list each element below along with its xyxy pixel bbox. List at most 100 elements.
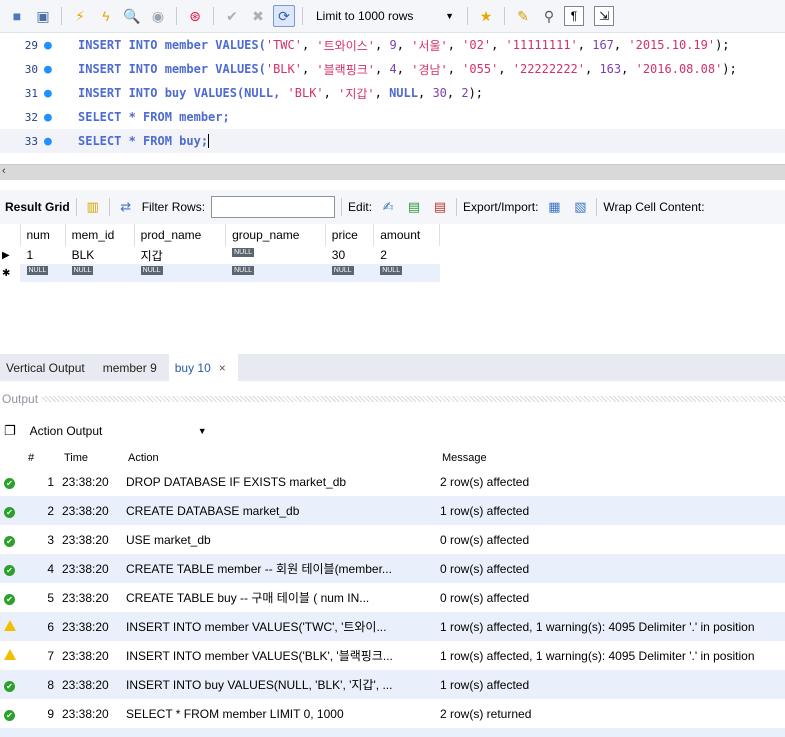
beautify-icon[interactable]: ★ bbox=[475, 5, 497, 27]
result-grid[interactable]: num mem_id prod_name group_name price amount ▶… bbox=[0, 224, 440, 282]
toolbar-divider bbox=[302, 7, 303, 25]
output-row[interactable]: ✔1023:38:20SELECT * FROM buy LIMIT 0, 10… bbox=[0, 728, 785, 737]
output-row[interactable]: ✔ 8 23:38:20 INSERT INTO buy VALUES(NULL, '… bbox=[0, 670, 785, 699]
find-replace-icon[interactable]: ✎ bbox=[512, 5, 534, 27]
copy-icon[interactable]: ❐ bbox=[4, 423, 16, 439]
toolbar-divider bbox=[341, 198, 343, 216]
grid-cell[interactable]: NULL bbox=[20, 264, 66, 282]
grid-cell[interactable]: BLK bbox=[65, 246, 134, 264]
grid-cell[interactable]: 2 bbox=[374, 246, 440, 264]
output-row[interactable]: 6 23:38:20 INSERT INTO member VALUES('TWC'… bbox=[0, 612, 785, 641]
output-column-header[interactable]: Message bbox=[436, 449, 785, 467]
export-icon[interactable]: ▦ bbox=[544, 197, 564, 217]
wrap-icon[interactable]: ⇲ bbox=[594, 6, 614, 26]
grid-cell[interactable]: NULL bbox=[65, 264, 135, 282]
grid-cell[interactable]: 30 bbox=[325, 246, 373, 264]
grid-column-header[interactable]: price bbox=[325, 224, 375, 246]
grid-row[interactable]: ✱ NULL NULL NULL NULL NULL NULL bbox=[0, 264, 440, 282]
filter-rows-input[interactable] bbox=[211, 196, 336, 218]
edit-row-icon[interactable]: ✍ bbox=[378, 197, 398, 217]
output-type-select[interactable]: Action Output ▼ bbox=[22, 424, 207, 438]
find-icon[interactable]: ⚲ bbox=[538, 5, 560, 27]
grid-column-header[interactable]: group_name bbox=[225, 224, 326, 246]
scroll-left-icon[interactable]: ‹ bbox=[2, 165, 6, 177]
code-line[interactable]: 31 ● INSERT INTO buy VALUES(NULL, 'BLK', '… bbox=[0, 81, 785, 105]
code-token: , bbox=[446, 86, 462, 100]
code-line[interactable]: 32 ● SELECT * FROM member; bbox=[0, 105, 785, 129]
output-type-label: Action Output bbox=[29, 424, 103, 438]
edit-label: Edit: bbox=[348, 200, 373, 214]
output-number: 9 bbox=[47, 706, 54, 721]
output-number: 6 bbox=[22, 612, 58, 641]
output-column-header[interactable]: Time bbox=[58, 449, 122, 467]
code-token: ); bbox=[468, 86, 484, 100]
output-row[interactable]: ✔ 4 23:38:20 CREATE TABLE member -- 회원 테이블(… bbox=[0, 554, 785, 583]
code-token: , bbox=[396, 62, 412, 76]
output-column-header[interactable]: Action bbox=[122, 449, 436, 467]
output-row[interactable]: ✔ 3 23:38:20 USE market_db 0 row(s) affected bbox=[0, 525, 785, 554]
limit-rows-select[interactable]: Limit to 1000 rows ▼ bbox=[310, 5, 460, 27]
grid-cell[interactable]: NULL bbox=[225, 264, 326, 282]
grid-column-header[interactable]: prod_name bbox=[134, 224, 227, 246]
code-token: '2015.10.19' bbox=[628, 38, 716, 52]
code-token: NULL bbox=[389, 86, 418, 100]
autocommit-icon[interactable]: ⟳ bbox=[273, 5, 295, 27]
success-check-icon: ✔ bbox=[4, 535, 15, 547]
commit-icon[interactable]: ✔ bbox=[221, 5, 243, 27]
output-column-header[interactable]: # bbox=[22, 449, 58, 467]
explain-icon[interactable]: 🔍 bbox=[121, 5, 143, 27]
result-grid-label[interactable]: Result Grid bbox=[5, 200, 70, 214]
code-token: , bbox=[498, 62, 513, 76]
result-tab[interactable]: member 9 bbox=[97, 354, 169, 381]
success-check-icon: ✔ bbox=[4, 680, 15, 692]
delete-row-icon[interactable]: ▤ bbox=[430, 197, 450, 217]
output-row[interactable]: ✔ 1 23:38:20 DROP DATABASE IF EXISTS market… bbox=[0, 467, 785, 496]
folder-icon[interactable]: ■ bbox=[6, 5, 28, 27]
code-line[interactable]: 29 ● INSERT INTO member VALUES('TWC', '트와이… bbox=[0, 33, 785, 57]
save-icon[interactable]: ▣ bbox=[32, 5, 54, 27]
result-tab[interactable]: Vertical Output bbox=[0, 354, 97, 381]
grid-cell[interactable]: 지갑 bbox=[134, 246, 225, 264]
invisible-chars-icon[interactable]: ¶ bbox=[564, 6, 584, 26]
toggle-continue-icon[interactable]: ⊛ bbox=[184, 5, 206, 27]
sql-editor[interactable]: 29 ● INSERT INTO member VALUES('TWC', '트와이… bbox=[0, 33, 785, 165]
grid-cell[interactable]: NULL bbox=[134, 264, 226, 282]
code-line[interactable]: 33 ● SELECT * FROM buy; bbox=[0, 129, 785, 153]
grid-column-header[interactable]: num bbox=[20, 224, 66, 246]
output-number: 1 bbox=[47, 474, 54, 489]
execute-current-icon[interactable]: ϟ bbox=[95, 5, 117, 27]
rollback-icon[interactable]: ✖ bbox=[247, 5, 269, 27]
close-icon[interactable]: × bbox=[219, 361, 226, 375]
output-row[interactable]: ✔ 2 23:38:20 CREATE DATABASE market_db 1 row… bbox=[0, 496, 785, 525]
result-tab[interactable]: buy 10 × bbox=[168, 354, 238, 381]
result-tabs: Vertical Output member 9 buy 10 × bbox=[0, 354, 785, 381]
code-token: 9 bbox=[389, 38, 397, 52]
grid-column-header[interactable]: mem_id bbox=[65, 224, 135, 246]
grid-row[interactable]: ▶ 1 BLK 지갑 NULL 30 2 bbox=[0, 246, 440, 264]
add-row-icon[interactable]: ▤ bbox=[404, 197, 424, 217]
stop-icon[interactable]: ◉ bbox=[147, 5, 169, 27]
code-token: '트와이스' bbox=[316, 38, 376, 53]
grid-header-row: num mem_id prod_name group_name price amount bbox=[0, 224, 440, 246]
output-row[interactable]: ✔ 9 23:38:20 SELECT * FROM member LIMIT 0, … bbox=[0, 699, 785, 728]
refresh-icon[interactable]: ⇄ bbox=[116, 197, 136, 217]
code-line[interactable]: 30 ● INSERT INTO member VALUES('BLK', '블랙핑… bbox=[0, 57, 785, 81]
output-action: CREATE TABLE buy -- 구매 테이블 ( num IN... bbox=[126, 591, 370, 605]
filter-rows-label: Filter Rows: bbox=[141, 200, 206, 214]
output-row[interactable]: ✔ 5 23:38:20 CREATE TABLE buy -- 구매 테이블 ( n… bbox=[0, 583, 785, 612]
import-icon[interactable]: ▧ bbox=[570, 197, 590, 217]
code-token: , bbox=[374, 86, 390, 100]
editor-horizontal-scrollbar[interactable]: ‹ bbox=[0, 164, 785, 180]
toolbar-divider bbox=[61, 7, 62, 25]
execute-icon[interactable]: ⚡ bbox=[69, 5, 91, 27]
output-title: Output bbox=[2, 392, 39, 406]
grid-icon[interactable]: ▥ bbox=[83, 197, 103, 217]
output-row[interactable]: 7 23:38:20 INSERT INTO member VALUES('BLK'… bbox=[0, 641, 785, 670]
grid-cell[interactable]: NULL bbox=[226, 246, 326, 264]
grid-cell[interactable]: NULL bbox=[373, 264, 440, 282]
grid-column-header[interactable]: amount bbox=[373, 224, 440, 246]
grid-cell[interactable]: 1 bbox=[20, 246, 65, 264]
grid-cell[interactable]: NULL bbox=[325, 264, 374, 282]
status-cell bbox=[0, 641, 22, 670]
output-action: INSERT INTO buy VALUES(NULL, 'BLK', '지갑'… bbox=[122, 670, 436, 699]
